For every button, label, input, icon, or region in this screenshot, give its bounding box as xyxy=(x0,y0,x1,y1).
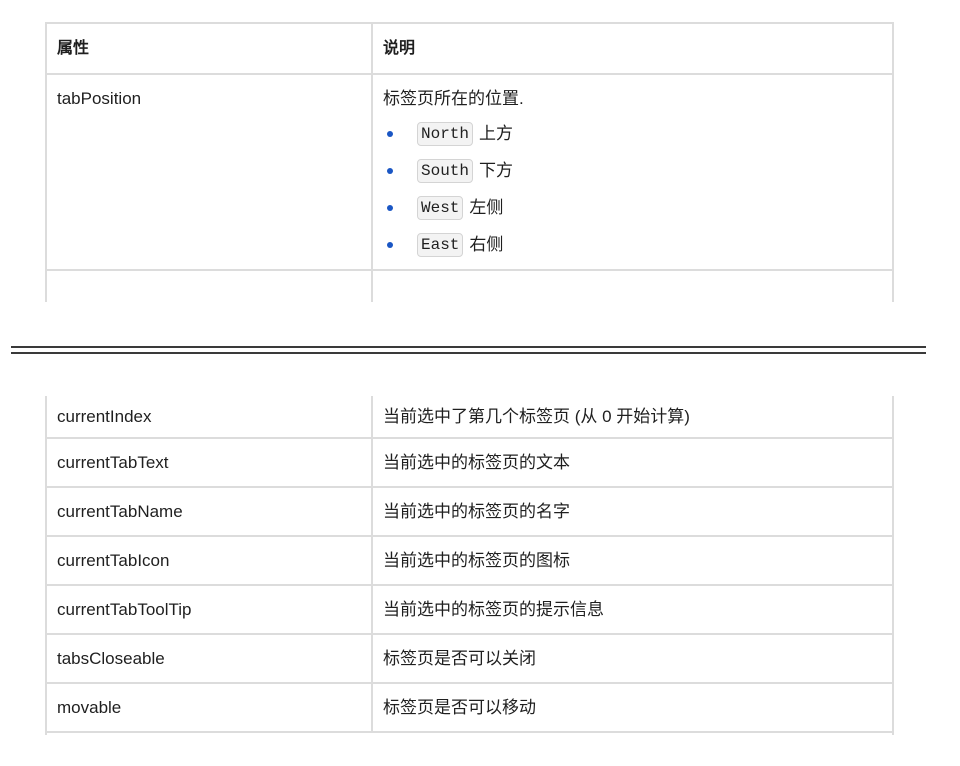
property-desc: 标签页是否可以关闭 xyxy=(383,648,536,668)
property-name: currentTabIcon xyxy=(47,537,373,584)
bullet-icon xyxy=(387,204,393,211)
property-desc: 当前选中了第几个标签页 (从 0 开始计算) xyxy=(383,406,690,426)
property-desc: 标签页所在的位置. North 上方 South 下方 West 左侧 East… xyxy=(373,75,892,269)
table-row: currentTabText 当前选中的标签页的文本 xyxy=(47,439,892,488)
property-desc: 当前选中的标签页的图标 xyxy=(383,550,570,570)
property-desc: 标签页是否可以移动 xyxy=(383,697,536,717)
table-row-tabposition: tabPosition 标签页所在的位置. North 上方 South 下方 … xyxy=(47,75,892,271)
header-attr: 属性 xyxy=(47,24,373,73)
property-desc: 当前选中的标签页的提示信息 xyxy=(383,599,604,619)
property-name: currentTabText xyxy=(47,439,373,486)
table-row: currentTabToolTip 当前选中的标签页的提示信息 xyxy=(47,586,892,635)
option-code: South xyxy=(417,158,474,183)
option-code: West xyxy=(417,195,464,220)
bullet-icon xyxy=(387,241,393,248)
property-desc: 当前选中的标签页的文本 xyxy=(383,452,570,472)
property-name: currentTabName xyxy=(47,488,373,535)
list-item: West 左侧 xyxy=(383,189,882,226)
table-row: currentIndex 当前选中了第几个标签页 (从 0 开始计算) xyxy=(47,396,892,439)
option-text: 右侧 xyxy=(469,234,504,254)
property-desc-text: 标签页所在的位置. xyxy=(383,89,524,108)
option-text: 下方 xyxy=(479,160,514,180)
table-row: movable 标签页是否可以移动 xyxy=(47,684,892,733)
list-item: East 右侧 xyxy=(383,226,882,263)
list-item: North 上方 xyxy=(383,115,882,152)
bullet-icon xyxy=(387,167,393,174)
empty-cell xyxy=(373,271,892,302)
bullet-icon xyxy=(387,130,393,137)
option-code: North xyxy=(417,121,474,146)
property-desc: 当前选中的标签页的名字 xyxy=(383,501,570,521)
properties-table-bottom: currentIndex 当前选中了第几个标签页 (从 0 开始计算) curr… xyxy=(45,396,894,735)
table-row: currentTabIcon 当前选中的标签页的图标 xyxy=(47,537,892,586)
property-name: movable xyxy=(47,684,373,731)
property-name: currentTabToolTip xyxy=(47,586,373,633)
property-name: tabPosition xyxy=(47,75,373,269)
list-item: South 下方 xyxy=(383,152,882,189)
table-row-empty xyxy=(47,271,892,302)
empty-cell xyxy=(47,271,373,302)
table-row: currentTabName 当前选中的标签页的名字 xyxy=(47,488,892,537)
table-row: tabsCloseable 标签页是否可以关闭 xyxy=(47,635,892,684)
property-name: currentIndex xyxy=(47,396,373,437)
header-desc: 说明 xyxy=(383,39,416,57)
section-divider xyxy=(11,346,926,354)
option-list: North 上方 South 下方 West 左侧 East 右侧 xyxy=(383,115,882,263)
option-code: East xyxy=(417,232,464,257)
option-text: 上方 xyxy=(479,123,514,143)
property-name: tabsCloseable xyxy=(47,635,373,682)
properties-table-top: 属性 说明 tabPosition 标签页所在的位置. North 上方 Sou… xyxy=(45,22,894,302)
table-header-row: 属性 说明 xyxy=(47,24,892,75)
option-text: 左侧 xyxy=(469,197,504,217)
